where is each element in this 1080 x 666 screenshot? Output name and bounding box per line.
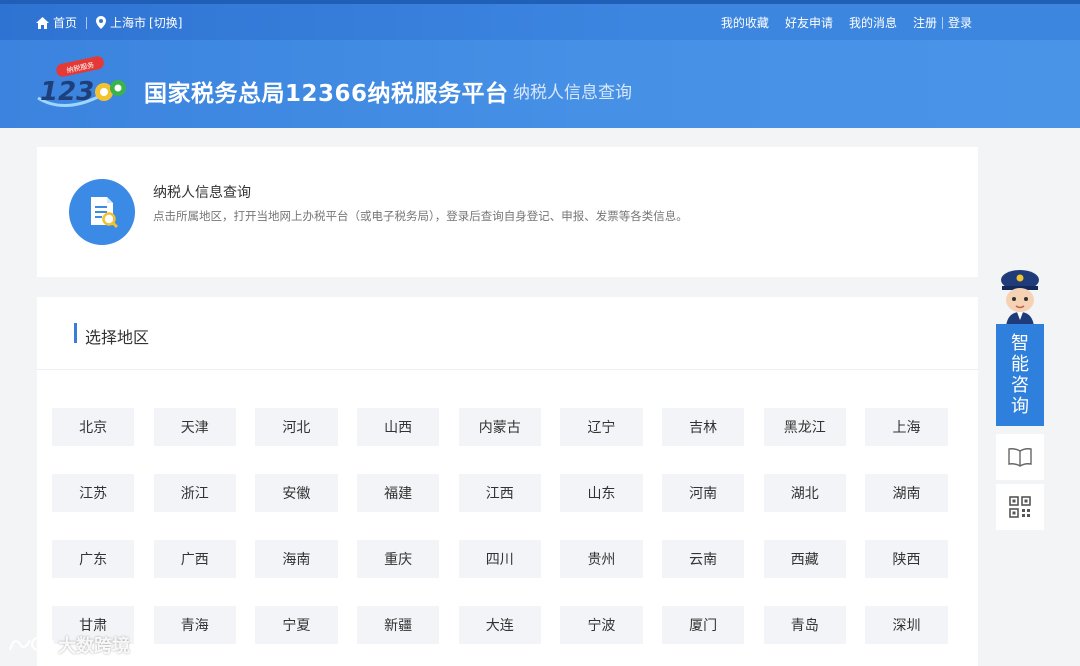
region-chip[interactable]: 宁波: [560, 606, 643, 644]
info-title: 纳税人信息查询: [153, 185, 251, 201]
switch-location-link[interactable]: [切换]: [149, 14, 182, 31]
region-chip[interactable]: 海南: [255, 540, 338, 578]
region-row: 广东 广西 海南 重庆 四川 贵州 云南 西藏 陕西: [52, 540, 967, 606]
qrcode-icon: [1009, 496, 1031, 518]
region-chip[interactable]: 安徽: [255, 474, 338, 512]
region-chip[interactable]: 河北: [255, 408, 338, 446]
region-chip[interactable]: 山东: [560, 474, 643, 512]
home-link[interactable]: 首页: [36, 14, 77, 31]
region-chip[interactable]: 浙江: [153, 474, 236, 512]
site-title: 国家税务总局12366纳税服务平台: [144, 81, 509, 107]
region-chip[interactable]: 黑龙江: [763, 408, 846, 446]
region-chip[interactable]: 天津: [153, 408, 236, 446]
region-chip[interactable]: 广东: [52, 540, 135, 578]
region-chip[interactable]: 辽宁: [560, 408, 643, 446]
region-chip[interactable]: 大连: [458, 606, 541, 644]
region-card: 选择地区 北京 天津 河北 山西 内蒙古 辽宁 吉林 黑龙江 上海 江苏 浙江 安徽 福建 江西 山东 河南湖…: [37, 297, 978, 666]
location-pin-icon: [96, 16, 107, 29]
document-search-icon: [69, 179, 135, 245]
divider: [86, 16, 88, 29]
qrcode-button[interactable]: [996, 484, 1044, 530]
region-chip[interactable]: 青海: [153, 606, 236, 644]
region-chip[interactable]: 上海: [865, 408, 948, 446]
messages-link[interactable]: 我的消息: [849, 14, 897, 31]
region-heading: 选择地区: [85, 328, 150, 347]
header-banner: 纳税服务 123 国家税务总局12366纳税服务平台 纳税人信息查询: [0, 40, 1080, 128]
region-chip[interactable]: 福建: [357, 474, 440, 512]
heading-accent-bar: [74, 323, 77, 343]
consult-char: 能: [1011, 354, 1029, 375]
region-chip[interactable]: 湖北: [763, 474, 846, 512]
watermark: 大数跨境: [8, 632, 130, 658]
smart-consult-button[interactable]: 智 能 咨 询: [996, 324, 1044, 426]
region-chip[interactable]: 广西: [153, 540, 236, 578]
region-chip[interactable]: 贵州: [560, 540, 643, 578]
info-card: 纳税人信息查询 点击所属地区，打开当地网上办税平台（或电子税务局），登录后查询自…: [37, 147, 978, 277]
logo-12366[interactable]: 纳税服务 123: [34, 56, 130, 114]
consult-char: 智: [1011, 333, 1029, 354]
region-header: 选择地区: [37, 297, 978, 370]
region-chip[interactable]: 北京: [52, 408, 135, 446]
region-chip[interactable]: 新疆: [357, 606, 440, 644]
home-label: 首页: [53, 16, 78, 30]
region-chip[interactable]: 江西: [458, 474, 541, 512]
region-chip[interactable]: 吉林: [662, 408, 745, 446]
svg-text:123: 123: [40, 77, 94, 107]
home-icon: [36, 16, 49, 29]
register-link[interactable]: 注册: [913, 14, 937, 31]
region-chip[interactable]: 内蒙古: [458, 408, 541, 446]
region-chip[interactable]: 四川: [458, 540, 541, 578]
watermark-text: 大数跨境: [58, 636, 130, 657]
login-link[interactable]: 登录: [948, 14, 972, 31]
region-row: 北京 天津 河北 山西 内蒙古 辽宁 吉林 黑龙江 上海: [52, 408, 967, 474]
region-chip[interactable]: 西藏: [763, 540, 846, 578]
region-chip[interactable]: 宁夏: [255, 606, 338, 644]
tax-officer-mascot-icon: [998, 268, 1042, 326]
region-row: 江苏 浙江 安徽 福建 江西 山东 河南 湖北 湖南: [52, 474, 967, 540]
location-label: 上海市: [110, 16, 147, 30]
region-chip[interactable]: 云南: [662, 540, 745, 578]
region-chip[interactable]: 湖南: [865, 474, 948, 512]
region-chip[interactable]: 陕西: [865, 540, 948, 578]
consult-char: 咨: [1011, 375, 1029, 396]
book-icon: [1008, 448, 1032, 467]
region-chip[interactable]: 重庆: [357, 540, 440, 578]
region-chip[interactable]: 青岛: [763, 606, 846, 644]
consult-char: 询: [1011, 396, 1029, 417]
region-chip[interactable]: 江苏: [52, 474, 135, 512]
watermark-logo-icon: [9, 637, 54, 651]
top-bar: 首页 上海市 [切换] 我的收藏 好友申请 我的消息 注册 登录: [0, 0, 1080, 40]
region-chip[interactable]: 山西: [357, 408, 440, 446]
guide-book-button[interactable]: [996, 434, 1044, 480]
favorites-link[interactable]: 我的收藏: [721, 14, 769, 31]
region-chip[interactable]: 厦门: [662, 606, 745, 644]
region-chip[interactable]: 深圳: [865, 606, 948, 644]
region-grid: 北京 天津 河北 山西 内蒙古 辽宁 吉林 黑龙江 上海 江苏 浙江 安徽 福建 江西 山东 河南 湖北 湖南 广东…: [52, 408, 967, 666]
region-row: 甘肃 青海 宁夏 新疆 大连 宁波 厦门 青岛 深圳: [52, 606, 967, 666]
divider: [941, 16, 943, 29]
page-subtitle: 纳税人信息查询: [513, 83, 632, 103]
location-selector[interactable]: 上海市 [切换]: [96, 14, 182, 31]
friend-requests-link[interactable]: 好友申请: [785, 14, 833, 31]
info-description: 点击所属地区，打开当地网上办税平台（或电子税务局），登录后查询自身登记、申报、发…: [153, 209, 688, 223]
region-chip[interactable]: 河南: [662, 474, 745, 512]
